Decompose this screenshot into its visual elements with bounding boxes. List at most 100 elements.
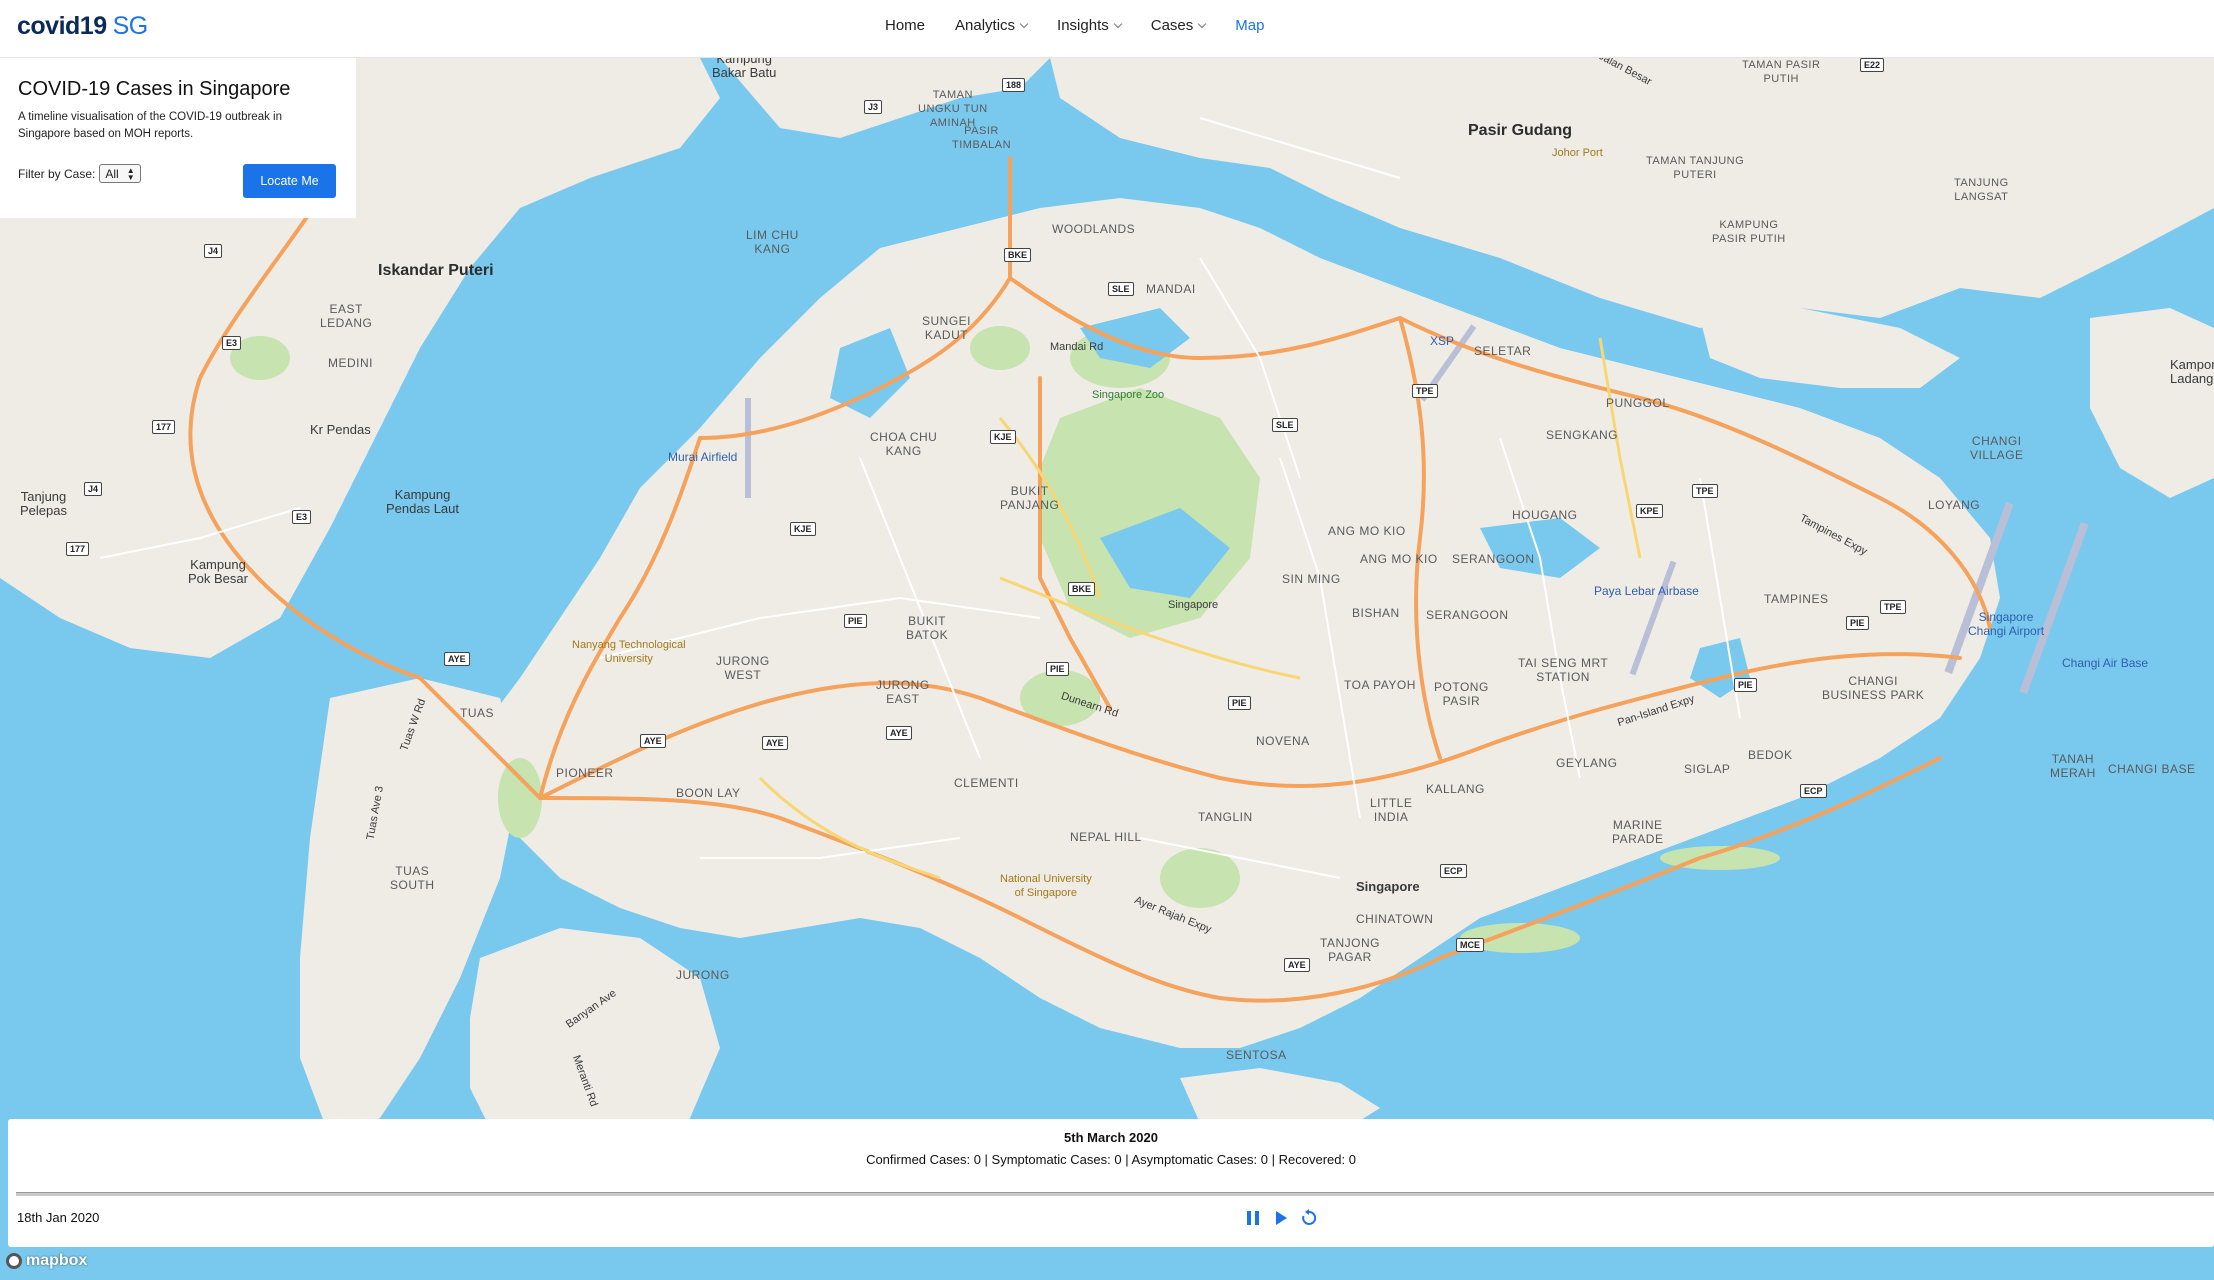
map-label-tampines: TAMPINES	[1764, 592, 1829, 606]
highway-shield: PIE	[844, 614, 867, 628]
highway-shield: 177	[152, 420, 176, 434]
highway-shield: E22	[1860, 58, 1885, 72]
map-label-tanjung-langsat: TANJUNG LANGSAT	[1954, 177, 2009, 203]
highway-shield: PIE	[1228, 696, 1251, 710]
map-label-kr-pendas: Kr Pendas	[310, 422, 371, 437]
map-label-changi-base: CHANGI BASE	[2108, 762, 2196, 776]
map-label-jurong: JURONG	[676, 968, 730, 982]
map-label-changi-airport: Singapore Changi Airport	[1968, 610, 2045, 638]
main-nav: Home Analytics Insights Cases Map	[885, 17, 1294, 34]
nav-home[interactable]: Home	[885, 17, 925, 34]
highway-shield: KJE	[790, 522, 816, 536]
highway-shield: PIE	[1846, 616, 1869, 630]
nav-map-label: Map	[1235, 17, 1265, 34]
highway-shield: J4	[84, 482, 103, 496]
highway-shield: TPE	[1412, 384, 1438, 398]
map-label-bukit-batok: BUKIT BATOK	[906, 614, 949, 642]
map-label-clementi: CLEMENTI	[954, 776, 1019, 790]
map-label-jurong-east: JURONG EAST	[876, 678, 930, 706]
highway-shield: TPE	[1692, 484, 1718, 498]
highway-shield: 177	[66, 542, 90, 556]
play-button[interactable]	[1272, 1209, 1290, 1227]
map-label-geylang: GEYLANG	[1556, 756, 1618, 770]
brand-name: covid19	[17, 12, 107, 40]
park-area	[1160, 848, 1240, 908]
map-label-bedok: BEDOK	[1748, 748, 1793, 762]
tekong-island	[2090, 308, 2214, 498]
map-label-pioneer: PIONEER	[556, 766, 614, 780]
map-label-iskandar-puteri: Iskandar Puteri	[378, 262, 494, 279]
highway-shield: AYE	[444, 652, 470, 666]
play-icon	[1276, 1211, 1287, 1225]
map-label-changi-air-base: Changi Air Base	[2062, 656, 2149, 670]
map-label-murai-airfield: Murai Airfield	[668, 450, 738, 464]
page-title: COVID-19 Cases in Singapore	[18, 78, 291, 100]
runway	[745, 398, 751, 498]
pause-button[interactable]	[1244, 1209, 1262, 1227]
map-label-changi-village: CHANGI VILLAGE	[1970, 434, 2024, 462]
highway-shield: 188	[1002, 78, 1026, 92]
nav-analytics[interactable]: Analytics	[955, 17, 1029, 34]
highway-shield: AYE	[1284, 958, 1310, 972]
map-label-pasir-gudang: Pasir Gudang	[1468, 122, 1573, 139]
page-description: A timeline visualisation of the COVID-19…	[18, 111, 282, 140]
map-label-toa-payoh: TOA PAYOH	[1344, 678, 1416, 692]
mapbox-attribution: mapbox	[26, 1252, 88, 1269]
nav-map[interactable]: Map	[1235, 17, 1264, 34]
ubin-island	[1700, 308, 1960, 388]
map-label-potong-pasir: POTONG PASIR	[1434, 680, 1489, 708]
map-base-layer	[0, 58, 2214, 1168]
locate-me-button[interactable]: Locate Me	[243, 164, 336, 198]
map-label-choa-chu-kang: CHOA CHU KANG	[870, 430, 938, 458]
park-area	[498, 758, 542, 838]
map-label-tuas: TUAS	[460, 706, 495, 720]
case-filter-value: All	[105, 166, 119, 181]
timeline-case-stats: Confirmed Cases: 0 | Symptomatic Cases: …	[866, 1152, 1356, 1167]
timeline-start-date: 18th Jan 2020	[17, 1210, 100, 1225]
map-label-kampung-pok-besar: Kampung Pok Besar	[188, 557, 248, 586]
map-label-nepal-hill: NEPAL HILL	[1070, 830, 1142, 844]
nav-home-label: Home	[885, 17, 926, 34]
replay-icon	[1302, 1209, 1317, 1225]
nav-insights[interactable]: Insights	[1057, 17, 1122, 34]
nav-analytics-label: Analytics	[955, 17, 1016, 34]
case-filter-select[interactable]: All ▲ ▼	[99, 164, 141, 183]
map-label-ang-mo-kio-1: ANG MO KIO	[1328, 524, 1406, 538]
timeline-panel: 5th March 2020 Confirmed Cases: 0 | Symp…	[8, 1119, 2214, 1247]
map-label-bukit-panjang: BUKIT PANJANG	[1000, 484, 1060, 512]
map-label-sungei-kadut: SUNGEI KADUT	[922, 314, 972, 342]
highway-shield: J4	[204, 244, 223, 258]
map-label-singapore-city: Singapore	[1356, 879, 1420, 894]
map-label-tanjong-pagar: TANJONG PAGAR	[1320, 936, 1380, 964]
nav-cases[interactable]: Cases	[1150, 17, 1207, 34]
map-label-jurong-west: JURONG WEST	[716, 654, 770, 682]
filter-label: Filter by Case:	[18, 166, 96, 181]
replay-button[interactable]	[1300, 1209, 1318, 1227]
map-label-sengkang: SENGKANG	[1546, 428, 1619, 442]
highway-shield: PIE	[1734, 678, 1757, 692]
map-label-mandai-rd: Mandai Rd	[1050, 341, 1104, 353]
map-label-tanjung-pelepas: Tanjung Pelepas	[20, 489, 67, 518]
map-label-loyang: LOYANG	[1928, 498, 1981, 512]
highway-shield: E3	[222, 336, 242, 350]
map-label-sentosa: SENTOSA	[1226, 1048, 1287, 1062]
playback-controls	[1244, 1209, 1318, 1227]
mapbox-logo[interactable]: mapbox	[6, 1252, 87, 1270]
map-canvas[interactable]: Pasir Gudang Johor Port Iskandar Puteri …	[0, 58, 2214, 1280]
map-label-tanah-merah: TANAH MERAH	[2050, 752, 2096, 780]
highway-shield: ECP	[1800, 784, 1827, 798]
brand-logo[interactable]: covid19 SG	[17, 12, 148, 41]
timeline-slider[interactable]	[16, 1192, 2214, 1196]
park-area	[970, 326, 1030, 370]
timeline-current-date: 5th March 2020	[1064, 1130, 1158, 1145]
map-label-little-india: LITTLE INDIA	[1370, 796, 1413, 824]
map-label-kampung-pendas-laut: Kampung Pendas Laut	[386, 487, 460, 516]
map-label-mandai: MANDAI	[1146, 282, 1196, 296]
map-label-lim-chu-kang: LIM CHU KANG	[746, 228, 799, 256]
nav-cases-label: Cases	[1150, 17, 1194, 34]
highway-shield: PIE	[1046, 662, 1069, 676]
map-label-boon-lay: BOON LAY	[676, 786, 741, 800]
select-arrows-icon: ▲ ▼	[126, 165, 135, 182]
map-label-kallang: KALLANG	[1426, 782, 1485, 796]
map-label-paya-lebar-airbase: Paya Lebar Airbase	[1594, 584, 1699, 598]
